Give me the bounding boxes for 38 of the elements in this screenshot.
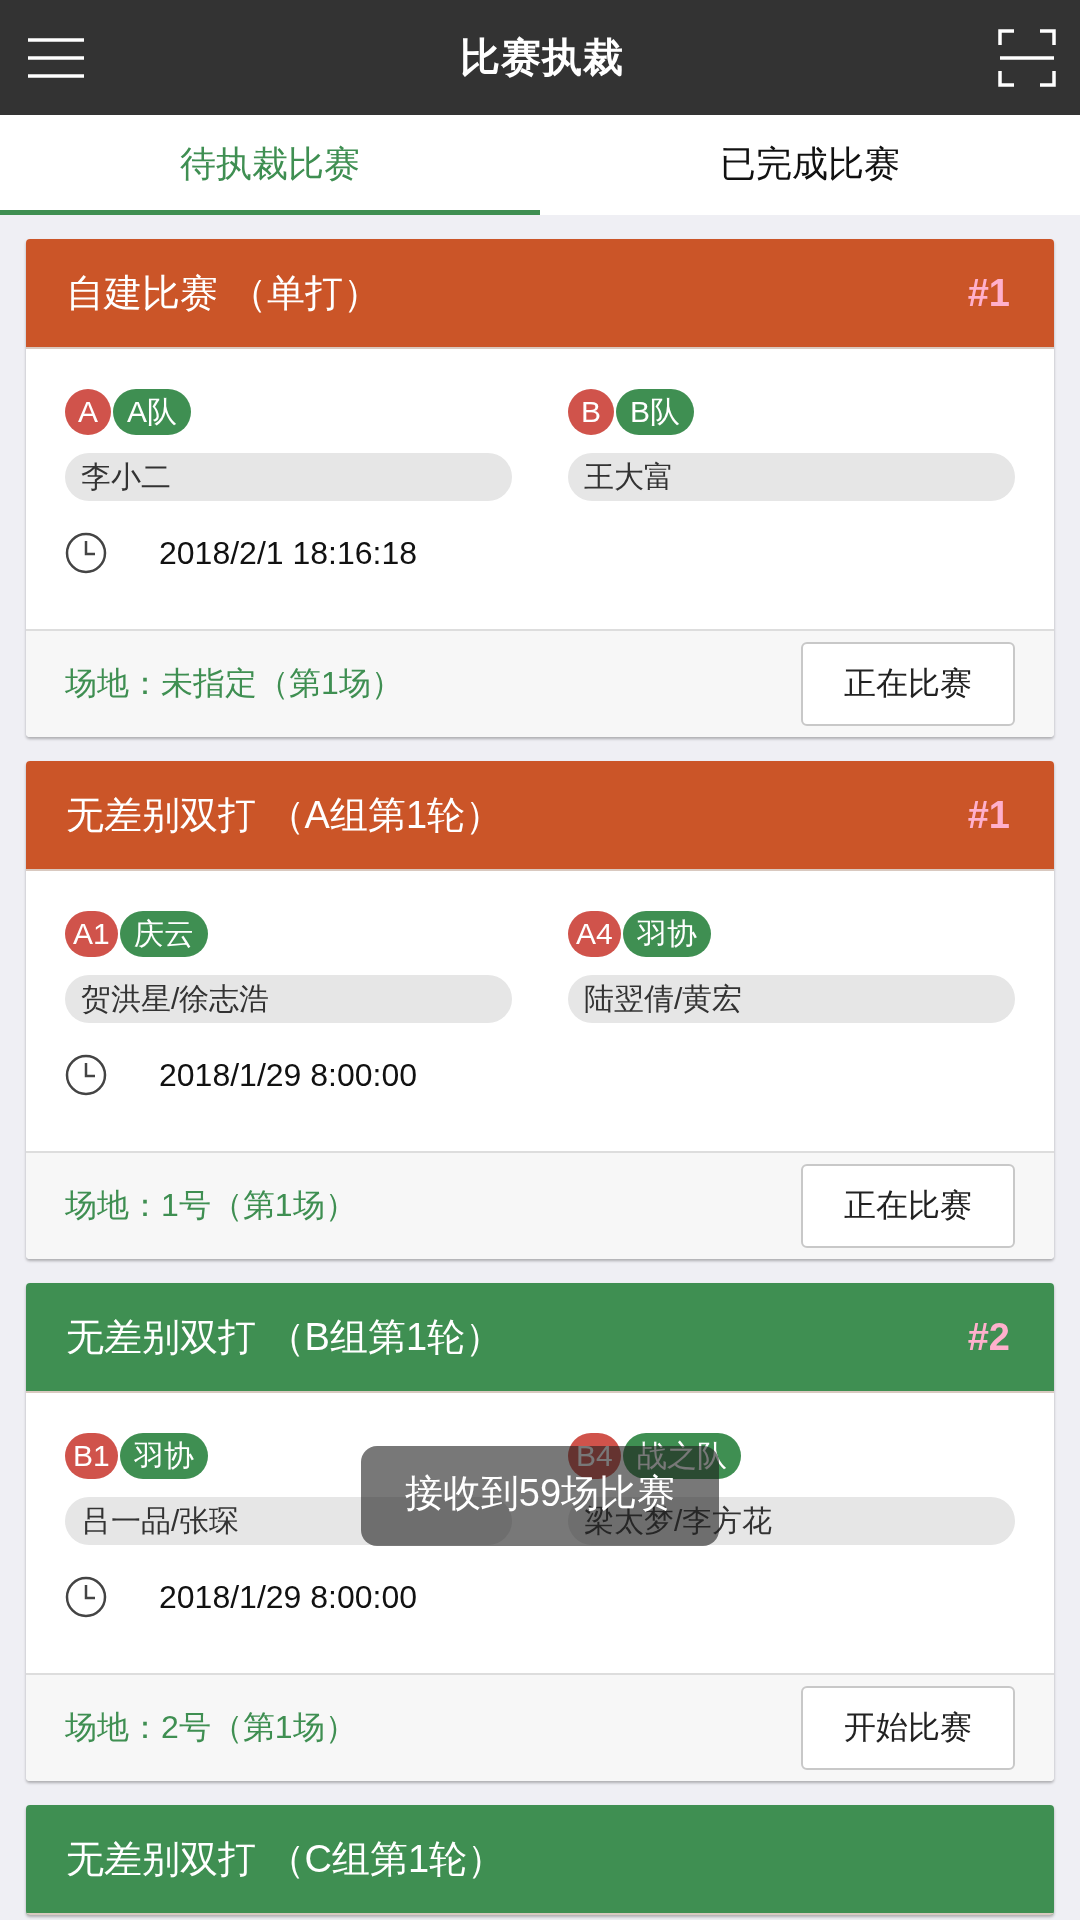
match-title: 无差别双打 （B组第1轮） bbox=[66, 1314, 504, 1360]
scan-icon[interactable] bbox=[998, 28, 1056, 87]
match-title: 自建比赛 （单打） bbox=[66, 270, 381, 316]
status-button[interactable]: 正在比赛 bbox=[801, 642, 1015, 726]
match-number: #2 bbox=[967, 1315, 1010, 1359]
match-number: #1 bbox=[967, 793, 1010, 837]
clock-icon bbox=[65, 532, 107, 574]
team-badge: B队 bbox=[616, 389, 694, 435]
venue-text: 场地：2号（第1场） bbox=[65, 1708, 357, 1747]
clock-icon bbox=[65, 1054, 107, 1096]
venue-text: 场地：未指定（第1场） bbox=[65, 664, 403, 703]
team-badge: 庆云 bbox=[119, 911, 208, 957]
match-title: 无差别双打 （A组第1轮） bbox=[66, 792, 504, 838]
player-names: 陆翌倩/黄宏 bbox=[568, 975, 1015, 1023]
venue-text: 场地：1号（第1场） bbox=[65, 1186, 357, 1225]
seed-badge: B bbox=[568, 389, 614, 435]
match-number: #1 bbox=[967, 271, 1010, 315]
match-time: 2018/1/29 8:00:00 bbox=[159, 1056, 417, 1094]
match-time: 2018/1/29 8:00:00 bbox=[159, 1578, 417, 1616]
team-badge: 羽协 bbox=[119, 1433, 208, 1479]
app-title: 比赛执裁 bbox=[460, 34, 624, 81]
tab[interactable]: 已完成比赛 bbox=[540, 115, 1080, 215]
seed-badge: A4 bbox=[568, 911, 621, 957]
match-title: 无差别双打 （C组第1轮） bbox=[66, 1836, 506, 1882]
team-badge: A队 bbox=[113, 389, 191, 435]
clock-icon bbox=[65, 1576, 107, 1618]
player-names: 王大富 bbox=[568, 453, 1015, 501]
seed-badge: B1 bbox=[65, 1433, 118, 1479]
match-time: 2018/2/1 18:16:18 bbox=[159, 534, 417, 572]
seed-badge: A1 bbox=[65, 911, 118, 957]
player-names: 李小二 bbox=[65, 453, 512, 501]
team-badge: 羽协 bbox=[622, 911, 711, 957]
status-button[interactable]: 开始比赛 bbox=[801, 1686, 1015, 1770]
seed-badge: A bbox=[65, 389, 111, 435]
status-button[interactable]: 正在比赛 bbox=[801, 1164, 1015, 1248]
tab[interactable]: 待执裁比赛 bbox=[0, 115, 540, 215]
menu-icon[interactable] bbox=[28, 37, 84, 78]
player-names: 贺洪星/徐志浩 bbox=[65, 975, 512, 1023]
